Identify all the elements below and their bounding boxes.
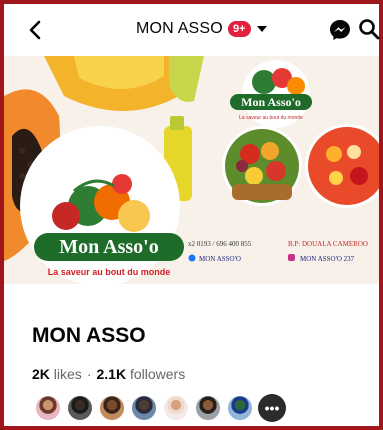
logo-text: Mon Asso'o — [59, 236, 158, 258]
likes-count: 2K — [32, 366, 50, 382]
page-title: MON ASSO — [136, 20, 223, 37]
more-friends-button[interactable]: ••• — [258, 394, 286, 422]
cover-address: B.P: DOUALA CAMEROO — [288, 240, 368, 248]
friend-avatar[interactable] — [194, 394, 222, 422]
friend-avatar[interactable] — [98, 394, 126, 422]
friend-avatar[interactable] — [130, 394, 158, 422]
page-switcher[interactable]: MON ASSO 9+ — [136, 20, 268, 38]
cover-artwork: Mon Asso'o La saveur au bout du monde Mo… — [4, 56, 379, 284]
page-stats: 2K likes · 2.1K followers — [32, 366, 185, 382]
followers[interactable]: 2.1K followers — [96, 366, 185, 382]
cover-phone: x2 0193 / 696 400 855 — [188, 240, 252, 248]
friends-avatars-row: ••• — [34, 394, 286, 422]
friend-avatar[interactable] — [66, 394, 94, 422]
friend-avatar[interactable] — [226, 394, 254, 422]
top-bar: MON ASSO 9+ — [4, 4, 380, 56]
friend-avatar[interactable] — [162, 394, 190, 422]
search-icon[interactable] — [358, 18, 380, 40]
back-arrow-icon[interactable] — [24, 18, 48, 42]
small-logo-text: Mon Asso'o — [241, 95, 301, 109]
caret-down-icon — [256, 26, 267, 32]
notification-badge: 9+ — [227, 21, 251, 37]
messenger-icon[interactable] — [328, 18, 352, 42]
stats-separator: · — [86, 366, 92, 382]
logo-tagline: La saveur au bout du monde — [48, 267, 171, 277]
cover-instagram-handle: MON ASSO'O 237 — [300, 255, 355, 263]
small-logo-tagline: La saveur au bout du monde — [239, 115, 303, 121]
followers-count: 2.1K — [96, 366, 127, 382]
likes-label: likes — [53, 366, 82, 382]
followers-label: followers — [129, 366, 186, 382]
cover-facebook-handle: MON ASSO'O — [199, 255, 241, 263]
friend-avatar[interactable] — [34, 394, 62, 422]
cover-photo[interactable]: Mon Asso'o La saveur au bout du monde Mo… — [4, 56, 379, 284]
page-name: MON ASSO — [32, 324, 146, 347]
likes[interactable]: 2K likes — [32, 366, 82, 382]
